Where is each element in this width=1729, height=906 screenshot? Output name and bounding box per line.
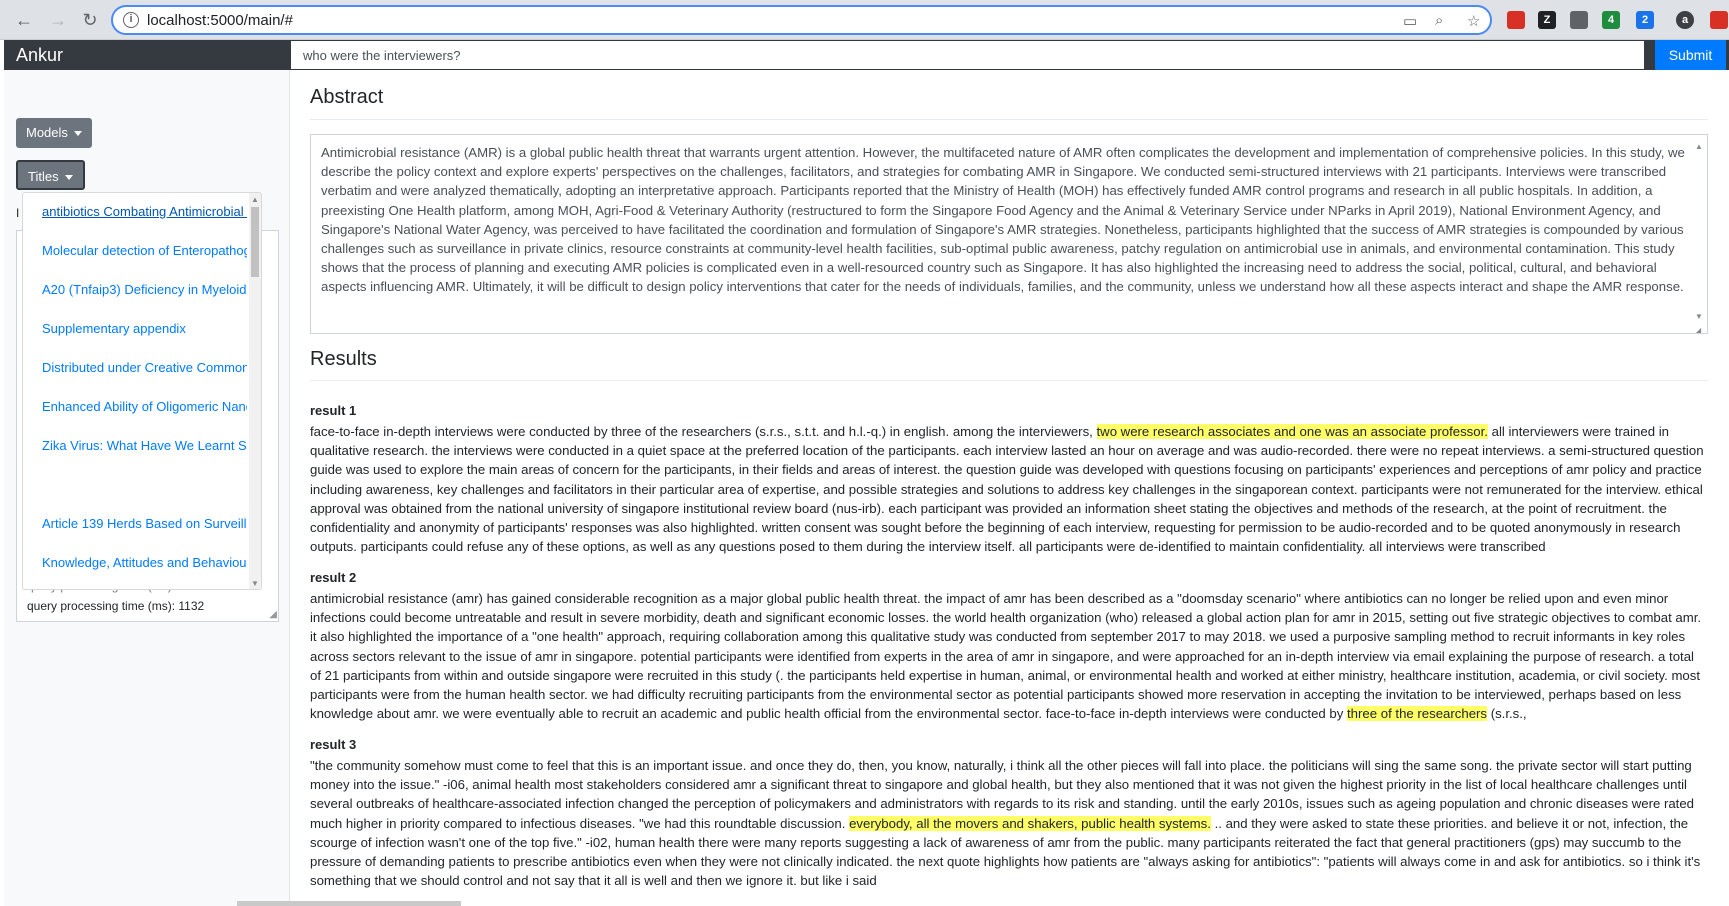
result-text: antimicrobial resistance (amr) has gaine… — [310, 589, 1708, 723]
result-label: result 3 — [310, 737, 357, 752]
dropdown-title-item[interactable]: Zika Virus: What Have We Learnt Since — [42, 437, 247, 455]
dropdown-title-item[interactable]: Molecular detection of Enteropathogens — [42, 242, 247, 260]
dropdown-scrollbar[interactable]: ▲ ▼ — [249, 193, 261, 589]
brand-title[interactable]: Ankur — [16, 45, 63, 66]
forward-icon[interactable]: → — [46, 8, 70, 32]
caret-down-icon — [73, 131, 82, 137]
abstract-heading: Abstract — [310, 86, 384, 108]
dropdown-title-item[interactable]: Distributed under Creative Commons — [42, 359, 247, 377]
extension-red-icon[interactable] — [1507, 11, 1525, 29]
divider — [310, 119, 1708, 120]
highlighted-answer: three of the researchers — [1347, 706, 1488, 722]
scroll-down-icon[interactable]: ▼ — [251, 579, 259, 588]
dropdown-title-item[interactable]: Supplementary appendix — [42, 320, 247, 338]
models-label: Models — [26, 125, 68, 140]
log-line: query processing time (ms): 1132 — [27, 599, 205, 613]
result-label: result 2 — [310, 570, 357, 585]
highlighted-answer: everybody, all the movers and shakers, p… — [849, 815, 1211, 831]
dropdown-title-item[interactable] — [42, 476, 247, 494]
dropdown-title-item[interactable]: A20 (Tnfaip3) Deficiency in Myeloid Cell… — [42, 281, 247, 299]
resize-handle-icon[interactable]: ◢ — [1695, 321, 1701, 333]
result-snippet: (s.r.s., — [1487, 706, 1527, 722]
zoom-icon[interactable]: ⌕ — [1435, 12, 1443, 29]
dropdown-title-item[interactable]: Enhanced Ability of Oligomeric Nanobodie… — [42, 398, 247, 416]
info-icon[interactable]: i — [123, 12, 139, 28]
scroll-up-icon[interactable]: ▲ — [251, 195, 259, 204]
titles-dropdown-button[interactable]: Titles — [16, 160, 85, 190]
reload-icon[interactable]: ↻ — [78, 8, 102, 32]
models-dropdown-button[interactable]: Models — [16, 118, 92, 148]
url-text[interactable]: localhost:5000/main/# — [147, 12, 293, 29]
back-icon[interactable]: ← — [12, 8, 36, 32]
divider — [310, 380, 1708, 381]
extension-z-icon[interactable]: Z — [1538, 11, 1556, 29]
abstract-textarea[interactable]: Antimicrobial resistance (AMR) is a glob… — [310, 134, 1708, 334]
extension-circle-icon[interactable] — [1570, 11, 1588, 29]
scroll-up-icon[interactable]: ▲ — [1695, 137, 1703, 156]
extension-green-icon[interactable]: 4 — [1602, 11, 1620, 29]
result-text: face-to-face in-depth interviews were co… — [310, 422, 1708, 556]
result-snippet: all interviewers were trained in qualita… — [310, 424, 1704, 555]
abstract-scrollbar[interactable]: ▲ ▼ ◢ — [1695, 137, 1705, 333]
query-input[interactable] — [290, 40, 1645, 70]
bookmark-star-icon[interactable]: ☆ — [1467, 12, 1480, 30]
side-label: I — [16, 206, 20, 220]
titles-label: Titles — [28, 169, 59, 184]
dropdown-title-item[interactable]: Article 139 Herds Based on Surveillance — [42, 515, 247, 533]
address-bar[interactable]: i localhost:5000/main/# ▭ ⌕ ☆ — [111, 5, 1492, 35]
caret-down-icon — [64, 175, 73, 181]
result-label: result 1 — [310, 403, 357, 418]
app-navbar: Ankur Submit — [4, 40, 1729, 70]
submit-button[interactable]: Submit — [1655, 40, 1726, 70]
abstract-text: Antimicrobial resistance (AMR) is a glob… — [321, 145, 1685, 295]
results-heading: Results — [310, 348, 377, 370]
highlighted-answer: two were research associates and one was… — [1096, 424, 1488, 439]
cast-icon[interactable]: ▭ — [1403, 12, 1417, 30]
result-snippet: antimicrobial resistance (amr) has gaine… — [310, 591, 1702, 722]
sidebar: Models Titles I query processing time (m… — [4, 70, 290, 906]
titles-dropdown-menu: antibiotics Combating Antimicrobial Resi… — [22, 192, 262, 590]
horizontal-scrollbar[interactable] — [237, 901, 461, 906]
profile-avatar[interactable]: a — [1676, 11, 1694, 29]
result-text: "the community somehow must come to feel… — [310, 756, 1708, 890]
scrollbar-thumb[interactable] — [251, 207, 259, 277]
dropdown-title-item[interactable]: Knowledge, Attitudes and Behaviours — [42, 554, 247, 572]
resize-handle-icon[interactable]: ◢ — [269, 609, 277, 620]
main-content: Abstract Antimicrobial resistance (AMR) … — [310, 70, 1729, 906]
dropdown-title-item[interactable]: antibiotics Combating Antimicrobial Resi… — [42, 203, 247, 221]
browser-toolbar: ← → ↻ i localhost:5000/main/# ▭ ⌕ ☆ Z 42 a — [0, 0, 1729, 40]
extension-red-dot-icon[interactable] — [1710, 11, 1728, 29]
extension-blue-icon[interactable]: 2 — [1636, 11, 1654, 29]
result-snippet: face-to-face in-depth interviews were co… — [310, 424, 1097, 439]
